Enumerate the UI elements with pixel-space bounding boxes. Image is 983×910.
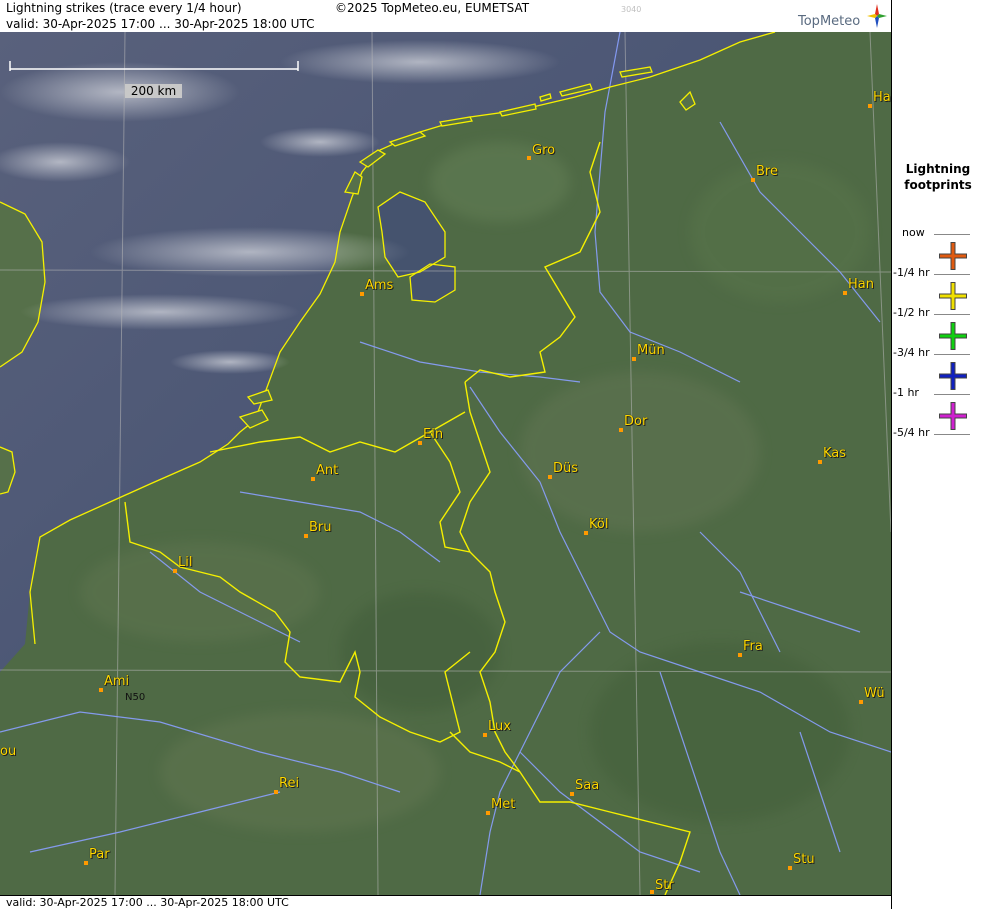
city-dot: [360, 292, 364, 296]
copyright-text: ©2025 TopMeteo.eu, EUMETSAT: [335, 1, 530, 15]
city-dot: [84, 861, 88, 865]
brand-name: TopMeteo: [798, 14, 861, 29]
map-footer: valid: 30-Apr-2025 17:00 ... 30-Apr-2025…: [0, 895, 891, 910]
city-dot: [304, 534, 308, 538]
city-label-saa: Saa: [575, 778, 600, 793]
map-canvas: [0, 32, 891, 895]
city-dot: [274, 790, 278, 794]
satellite-map[interactable]: 200 km N50 Gro Bre Ha Ams Han Mün Ein Do…: [0, 32, 891, 895]
legend-time-now: now: [902, 226, 925, 239]
cross-marker-icon: [939, 402, 967, 430]
city-dot: [570, 792, 574, 796]
city-label-ou: ou: [0, 744, 17, 759]
city-label-dus: Düs: [553, 461, 579, 476]
cross-marker-icon: [939, 362, 967, 390]
legend-divider: [934, 274, 970, 275]
city-label-han: Han: [848, 277, 874, 292]
city-dot: [548, 475, 552, 479]
city-dot: [868, 104, 872, 108]
city-label-lux: Lux: [488, 719, 511, 734]
city-label-kas: Kas: [823, 446, 847, 461]
city-label-ams: Ams: [365, 278, 394, 293]
legend-divider: [934, 314, 970, 315]
footer-valid-time: valid: 30-Apr-2025 17:00 ... 30-Apr-2025…: [6, 896, 289, 909]
city-label-ant: Ant: [316, 463, 339, 478]
legend-title: Lightning footprints: [892, 161, 983, 193]
legend-time-quarter: -1/4 hr: [893, 266, 930, 279]
legend-title-line1: Lightning: [905, 162, 971, 176]
city-dot: [173, 569, 177, 573]
city-dot: [738, 653, 742, 657]
scale-label: 200 km: [125, 84, 182, 98]
city-dot: [751, 178, 755, 182]
city-label-ami: Ami: [104, 674, 130, 689]
city-dot: [99, 688, 103, 692]
city-label-str: Str: [655, 878, 674, 893]
topmeteo-logo-icon: [867, 4, 887, 28]
legend-divider: [934, 354, 970, 355]
cross-marker-icon: [939, 282, 967, 310]
city-dot: [818, 460, 822, 464]
city-label-fra: Fra: [743, 639, 763, 654]
city-dot: [527, 156, 531, 160]
city-label-lil: Lil: [178, 555, 193, 570]
legend-divider: [934, 234, 970, 235]
city-label-dor: Dor: [624, 414, 648, 429]
city-label-rei: Rei: [279, 776, 300, 791]
city-label-ha: Ha: [873, 90, 891, 105]
city-dot: [483, 733, 487, 737]
city-label-gro: Gro: [532, 143, 556, 158]
city-label-ein: Ein: [423, 427, 444, 442]
map-code: 3040: [621, 5, 642, 14]
city-label-stu: Stu: [793, 852, 815, 867]
city-dot: [650, 890, 654, 894]
legend-time-five-quarter: -5/4 hr: [893, 426, 930, 439]
city-dot: [311, 477, 315, 481]
legend-time-three-quarter: -3/4 hr: [893, 346, 930, 359]
city-dot: [486, 811, 490, 815]
city-label-wu: Wü: [864, 686, 885, 701]
legend-title-line2: footprints: [904, 178, 972, 192]
city-dot: [584, 531, 588, 535]
cross-marker-icon: [939, 242, 967, 270]
latitude-label: N50: [125, 692, 146, 703]
city-label-mun: Mün: [637, 343, 665, 358]
city-dot: [632, 357, 636, 361]
city-dot: [843, 291, 847, 295]
city-dot: [788, 866, 792, 870]
map-header: Lightning strikes (trace every 1/4 hour)…: [0, 0, 891, 32]
city-label-par: Par: [89, 847, 110, 862]
legend-time-half: -1/2 hr: [893, 306, 930, 319]
cross-marker-icon: [939, 322, 967, 350]
valid-time: valid: 30-Apr-2025 17:00 ... 30-Apr-2025…: [6, 17, 315, 31]
legend-divider: [934, 394, 970, 395]
legend-divider: [934, 434, 970, 435]
legend-time-hour: -1 hr: [893, 386, 919, 399]
city-label-bru: Bru: [309, 520, 332, 535]
scale-bar: [9, 61, 299, 71]
city-label-kol: Köl: [589, 517, 609, 532]
city-dot: [859, 700, 863, 704]
city-dot: [619, 428, 623, 432]
map-title: Lightning strikes (trace every 1/4 hour): [6, 1, 242, 15]
city-label-met: Met: [491, 797, 516, 812]
city-label-bre: Bre: [756, 164, 778, 179]
legend-panel: Lightning footprints now -1/4 hr -1/2 hr…: [891, 0, 983, 909]
city-dot: [418, 441, 422, 445]
